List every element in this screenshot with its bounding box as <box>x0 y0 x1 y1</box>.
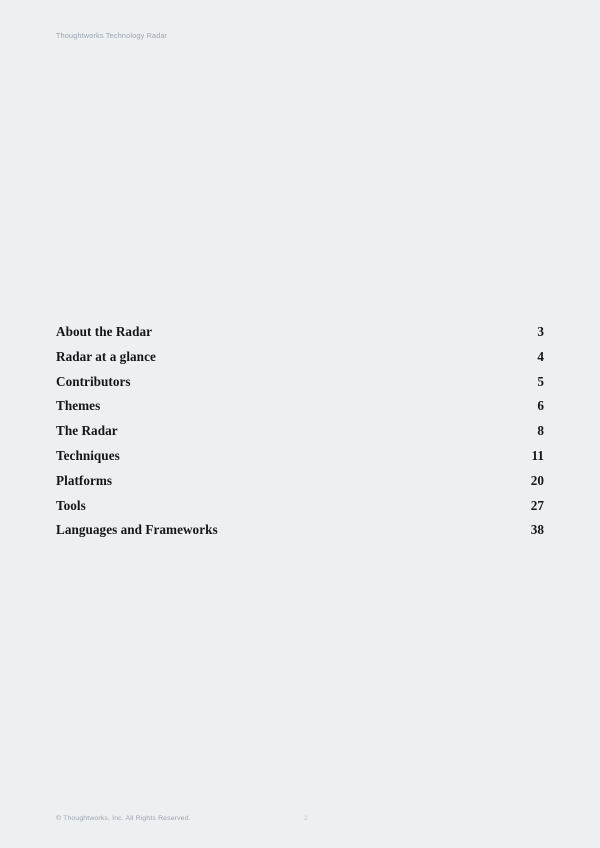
toc-entry-title: Themes <box>56 398 101 414</box>
running-header: Thoughtworks Technology Radar <box>56 31 168 40</box>
toc-entry-title: Languages and Frameworks <box>56 522 218 538</box>
page-footer: © Thoughtworks, Inc. All Rights Reserved… <box>56 815 544 827</box>
toc-entry-title: Contributors <box>56 373 131 389</box>
toc-entry-page: 6 <box>537 398 544 414</box>
toc-entry-page: 27 <box>530 497 544 513</box>
toc-entry-platforms[interactable]: Platforms 20 <box>56 473 544 498</box>
toc-entry-page: 3 <box>537 324 544 339</box>
toc-entry-title: Radar at a glance <box>56 348 156 364</box>
toc-entry-tools[interactable]: Tools 27 <box>56 498 544 523</box>
toc-entry-languages-and-frameworks[interactable]: Languages and Frameworks 38 <box>56 522 544 547</box>
copyright-notice: © Thoughtworks, Inc. All Rights Reserved… <box>56 815 191 822</box>
toc-entry-page: 20 <box>530 472 544 488</box>
toc-entry-title: Techniques <box>56 447 120 463</box>
toc-entry-radar-at-a-glance[interactable]: Radar at a glance 4 <box>56 349 544 374</box>
document-page: Thoughtworks Technology Radar About the … <box>0 0 600 848</box>
toc-entry-title: Platforms <box>56 472 113 488</box>
toc-entry-contributors[interactable]: Contributors 5 <box>56 374 544 399</box>
toc-entry-the-radar[interactable]: The Radar 8 <box>56 423 544 448</box>
toc-entry-page: 5 <box>537 373 544 389</box>
toc-entry-techniques[interactable]: Techniques 11 <box>56 448 544 473</box>
toc-entry-page: 38 <box>530 522 544 538</box>
toc-entry-themes[interactable]: Themes 6 <box>56 398 544 423</box>
toc-entry-page: 11 <box>531 447 544 463</box>
toc-entry-page: 8 <box>537 423 544 439</box>
table-of-contents: About the Radar 3 Radar at a glance 4 Co… <box>56 324 544 547</box>
toc-entry-title: The Radar <box>56 423 118 439</box>
toc-entry-page: 4 <box>537 348 544 364</box>
toc-entry-title: About the Radar <box>56 324 152 339</box>
toc-entry-about-the-radar[interactable]: About the Radar 3 <box>56 324 544 349</box>
page-number: 2 <box>304 815 308 822</box>
toc-entry-title: Tools <box>56 497 86 513</box>
